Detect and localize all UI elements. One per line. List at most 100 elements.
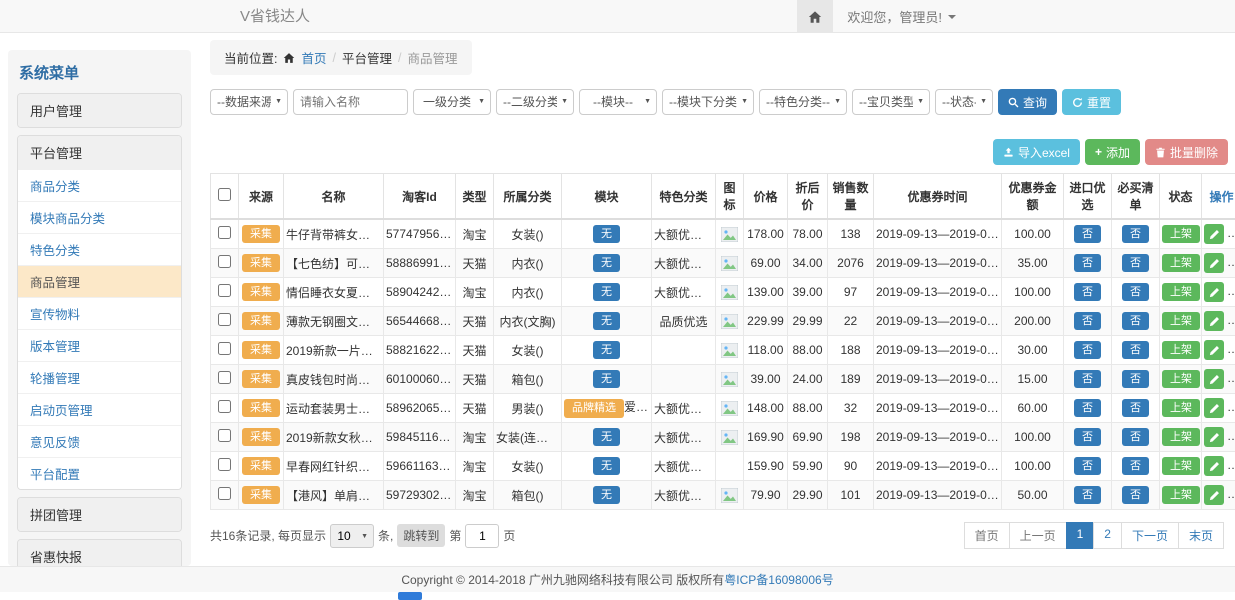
edit-button[interactable] <box>1204 485 1224 505</box>
sidebar-item[interactable]: 商品管理 <box>18 265 181 297</box>
module-badge[interactable]: 无 <box>593 341 620 359</box>
pager-button-1[interactable]: 1 <box>1066 522 1095 549</box>
pager-button-末页[interactable]: 末页 <box>1178 522 1224 549</box>
module-badge[interactable]: 无 <box>593 370 620 388</box>
edit-button[interactable] <box>1204 369 1224 389</box>
must-buy-badge[interactable]: 否 <box>1122 428 1149 446</box>
edit-button[interactable] <box>1204 311 1224 331</box>
import-select-badge[interactable]: 否 <box>1074 341 1101 359</box>
page-number-input[interactable] <box>465 524 499 548</box>
user-menu[interactable]: 欢迎您，管理员! <box>833 0 970 33</box>
add-button[interactable]: + 添加 <box>1085 139 1140 165</box>
must-buy-badge[interactable]: 否 <box>1122 341 1149 359</box>
import-select-badge[interactable]: 否 <box>1074 399 1101 417</box>
filter-select-3[interactable]: --模块下分类-- <box>662 89 754 115</box>
batch-delete-button[interactable]: 批量删除 <box>1145 139 1228 165</box>
row-checkbox[interactable] <box>218 255 231 268</box>
must-buy-badge[interactable]: 否 <box>1122 399 1149 417</box>
status-badge[interactable]: 上架 <box>1162 370 1200 388</box>
import-select-badge[interactable]: 否 <box>1074 370 1101 388</box>
status-badge[interactable]: 上架 <box>1162 283 1200 301</box>
must-buy-badge[interactable]: 否 <box>1122 254 1149 272</box>
row-checkbox[interactable] <box>218 400 231 413</box>
status-badge[interactable]: 上架 <box>1162 341 1200 359</box>
import-select-badge[interactable]: 否 <box>1074 254 1101 272</box>
row-checkbox[interactable] <box>218 226 231 239</box>
status-badge[interactable]: 上架 <box>1162 225 1200 243</box>
sidebar-item[interactable]: 平台配置 <box>18 457 181 489</box>
import-excel-button[interactable]: 导入excel <box>993 139 1080 165</box>
must-buy-badge[interactable]: 否 <box>1122 312 1149 330</box>
must-buy-badge[interactable]: 否 <box>1122 457 1149 475</box>
import-select-badge[interactable]: 否 <box>1074 283 1101 301</box>
sidebar-group-3[interactable]: 省惠快报 <box>18 540 181 566</box>
status-badge[interactable]: 上架 <box>1162 254 1200 272</box>
must-buy-badge[interactable]: 否 <box>1122 486 1149 504</box>
filter-select-4[interactable]: --特色分类-- <box>759 89 847 115</box>
import-select-badge[interactable]: 否 <box>1074 312 1101 330</box>
pager-button-下一页[interactable]: 下一页 <box>1121 522 1179 549</box>
module-badge[interactable]: 无 <box>593 428 620 446</box>
sidebar-group-1[interactable]: 平台管理 <box>18 136 181 169</box>
row-checkbox[interactable] <box>218 429 231 442</box>
row-checkbox[interactable] <box>218 342 231 355</box>
module-badge[interactable]: 无 <box>593 486 620 504</box>
breadcrumb-home-link[interactable]: 首页 <box>301 48 326 67</box>
status-badge[interactable]: 上架 <box>1162 312 1200 330</box>
name-search-input[interactable] <box>293 89 408 115</box>
edit-button[interactable] <box>1204 253 1224 273</box>
module-badge[interactable]: 无 <box>593 254 620 272</box>
icp-link[interactable]: 粤ICP备16098006号 <box>724 571 833 588</box>
sidebar-item[interactable]: 特色分类 <box>18 233 181 265</box>
must-buy-badge[interactable]: 否 <box>1122 283 1149 301</box>
filter-select-2[interactable]: --模块-- <box>579 89 657 115</box>
sidebar-item[interactable]: 轮播管理 <box>18 361 181 393</box>
filter-select-1[interactable]: --二级分类-- <box>496 89 574 115</box>
edit-button[interactable] <box>1204 427 1224 447</box>
row-checkbox[interactable] <box>218 458 231 471</box>
sidebar-group-0[interactable]: 用户管理 <box>18 94 181 127</box>
data-source-select[interactable]: --数据来源-- <box>210 89 288 115</box>
import-select-badge[interactable]: 否 <box>1074 457 1101 475</box>
import-select-badge[interactable]: 否 <box>1074 486 1101 504</box>
sidebar-item[interactable]: 商品分类 <box>18 169 181 201</box>
edit-button[interactable] <box>1204 224 1224 244</box>
row-checkbox[interactable] <box>218 313 231 326</box>
module-badge[interactable]: 品牌精选 <box>564 399 624 417</box>
must-buy-badge[interactable]: 否 <box>1122 370 1149 388</box>
filter-select-0[interactable]: 一级分类 <box>413 89 491 115</box>
filter-select-6[interactable]: --状态-- <box>935 89 993 115</box>
status-badge[interactable]: 上架 <box>1162 399 1200 417</box>
sidebar-item[interactable]: 意见反馈 <box>18 425 181 457</box>
module-badge[interactable]: 无 <box>593 283 620 301</box>
status-badge[interactable]: 上架 <box>1162 486 1200 504</box>
sidebar-item[interactable]: 启动页管理 <box>18 393 181 425</box>
pager-button-2[interactable]: 2 <box>1093 522 1122 549</box>
home-icon[interactable] <box>797 0 833 33</box>
sidebar-group-2[interactable]: 拼团管理 <box>18 498 181 531</box>
module-badge[interactable]: 无 <box>593 457 620 475</box>
must-buy-badge[interactable]: 否 <box>1122 225 1149 243</box>
edit-button[interactable] <box>1204 340 1224 360</box>
sidebar-item[interactable]: 版本管理 <box>18 329 181 361</box>
edit-button[interactable] <box>1204 282 1224 302</box>
per-page-select[interactable]: 10 <box>330 524 374 548</box>
module-badge[interactable]: 无 <box>593 312 620 330</box>
reset-button[interactable]: 重置 <box>1062 89 1121 115</box>
select-all-checkbox[interactable] <box>218 188 231 201</box>
status-badge[interactable]: 上架 <box>1162 428 1200 446</box>
edit-button[interactable] <box>1204 456 1224 476</box>
status-badge[interactable]: 上架 <box>1162 457 1200 475</box>
module-badge[interactable]: 无 <box>593 225 620 243</box>
row-checkbox[interactable] <box>218 487 231 500</box>
jump-to-button[interactable]: 跳转到 <box>397 524 445 547</box>
filter-select-5[interactable]: --宝贝类型-- <box>852 89 930 115</box>
import-select-badge[interactable]: 否 <box>1074 225 1101 243</box>
search-button[interactable]: 查询 <box>998 89 1057 115</box>
sidebar-item[interactable]: 宣传物料 <box>18 297 181 329</box>
row-checkbox[interactable] <box>218 284 231 297</box>
row-checkbox[interactable] <box>218 371 231 384</box>
sidebar-item[interactable]: 模块商品分类 <box>18 201 181 233</box>
edit-button[interactable] <box>1204 398 1224 418</box>
import-select-badge[interactable]: 否 <box>1074 428 1101 446</box>
